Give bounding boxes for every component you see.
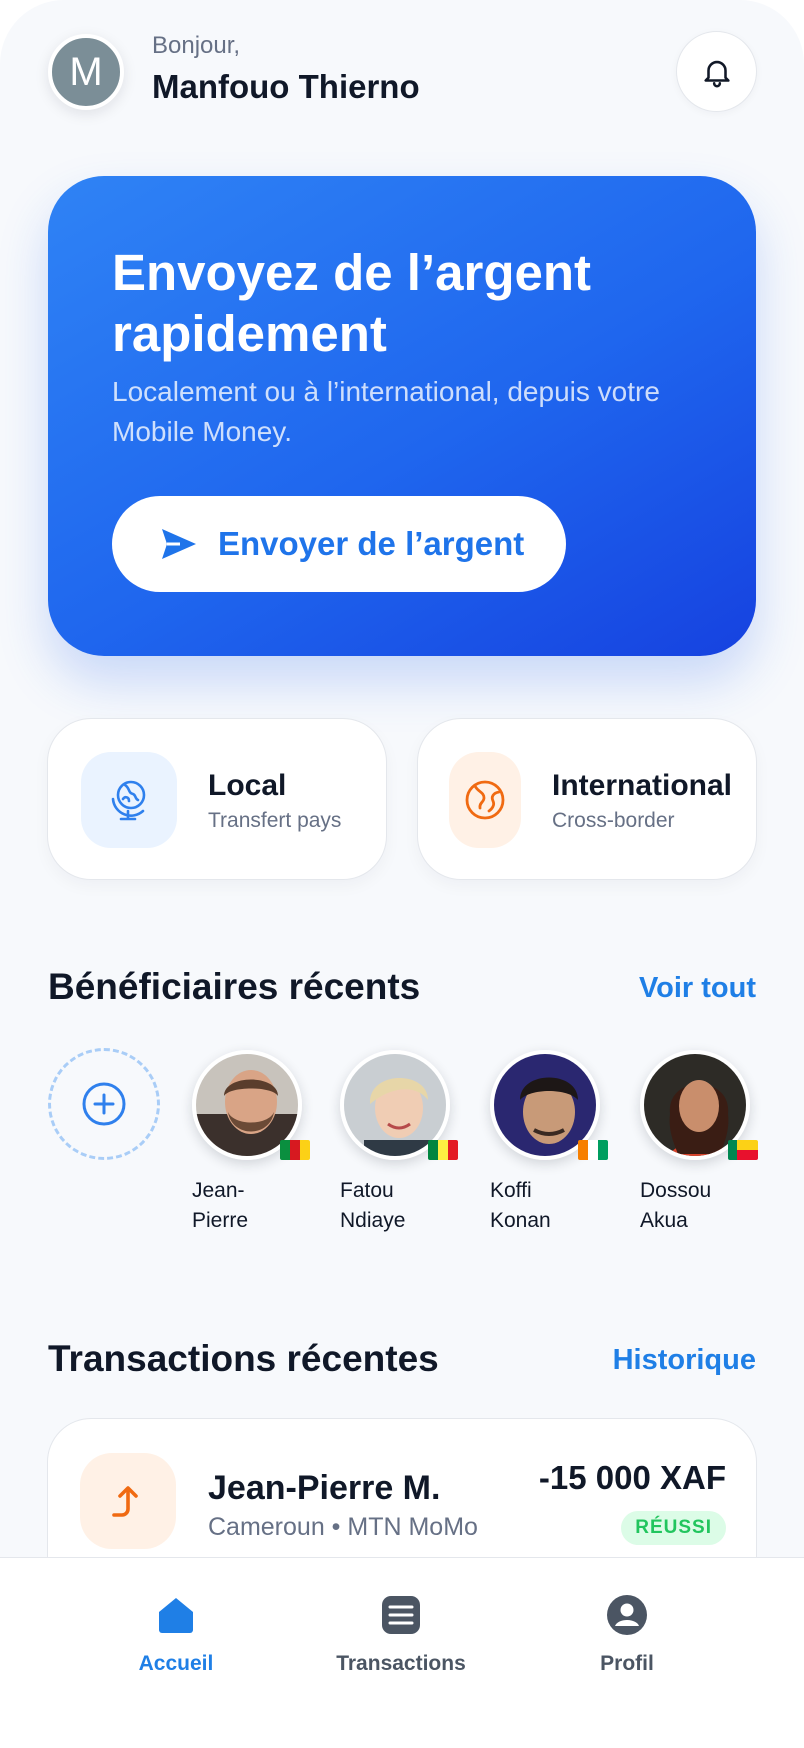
- globe-stand-icon: [111, 780, 146, 821]
- local-title: Local: [208, 769, 287, 802]
- beneficiary-dossou-akua[interactable]: Dossou Akua: [640, 1050, 780, 1250]
- transaction-amount: -15 000 XAF: [538, 1459, 726, 1496]
- hero-title: Envoyez de l’argent rapidement: [112, 244, 591, 362]
- outgoing-arrow-icon: [112, 1486, 138, 1517]
- transactions-title: Transactions récentes: [48, 1338, 439, 1379]
- send-money-hero-card: Envoyez de l’argent rapidement Localemen…: [48, 176, 756, 656]
- list-icon: [380, 1594, 422, 1636]
- nav-label-transactions: Transactions: [336, 1652, 466, 1675]
- home-icon: [155, 1594, 197, 1636]
- send-icon: [162, 529, 196, 559]
- local-subtitle: Transfert pays: [208, 809, 342, 832]
- nav-item-transactions[interactable]: Transactions: [301, 1594, 501, 1676]
- beneficiary-koffi-konan[interactable]: Koffi Konan: [490, 1050, 630, 1250]
- local-icon-box: [81, 752, 177, 848]
- beneficiary-jean-pierre[interactable]: Jean- Pierre: [192, 1050, 332, 1250]
- send-money-button[interactable]: Envoyer de l’argent: [112, 496, 566, 592]
- profile-icon: [606, 1594, 648, 1636]
- transaction-icon-box: [80, 1453, 176, 1549]
- international-subtitle: Cross-border: [552, 809, 675, 832]
- international-title: International: [552, 769, 733, 802]
- globe-icon: [465, 780, 505, 820]
- benin-flag: [728, 1140, 758, 1160]
- senegal-flag: [428, 1140, 458, 1160]
- add-beneficiary-button[interactable]: [48, 1048, 160, 1160]
- nav-item-home[interactable]: Accueil: [76, 1594, 276, 1676]
- history-link[interactable]: Historique: [613, 1344, 756, 1377]
- status-badge: RÉUSSI: [621, 1511, 726, 1545]
- cameroon-flag: [280, 1140, 310, 1160]
- greeting-text: Bonjour,: [152, 32, 241, 59]
- plus-circle-icon: [82, 1082, 126, 1126]
- cote-divoire-flag: [578, 1140, 608, 1160]
- bottom-navigation: Accueil Transactions Profil: [0, 1557, 804, 1748]
- nav-label-home: Accueil: [138, 1652, 214, 1675]
- avatar-initial: M: [69, 49, 103, 94]
- transaction-name: Jean-Pierre M.: [208, 1469, 441, 1507]
- see-all-link[interactable]: Voir tout: [639, 972, 756, 1005]
- beneficiary-name: Dossou Akua: [640, 1179, 712, 1232]
- bell-icon: [703, 60, 730, 87]
- beneficiary-name: Jean- Pierre: [192, 1179, 249, 1232]
- international-transfer-card[interactable]: International Cross-border: [417, 718, 757, 880]
- nav-item-profile[interactable]: Profil: [527, 1594, 727, 1676]
- hero-subtitle: Localement ou à l’international, depuis …: [112, 376, 660, 447]
- beneficiary-name: Koffi Konan: [490, 1179, 551, 1232]
- transaction-detail: Cameroun • MTN MoMo: [208, 1513, 478, 1541]
- send-money-button-label: Envoyer de l’argent: [218, 525, 525, 562]
- beneficiary-name: Fatou Ndiaye: [340, 1179, 406, 1232]
- avatar[interactable]: M: [48, 34, 124, 110]
- beneficiaries-title: Bénéficiaires récents: [48, 966, 421, 1007]
- home-screen: M Bonjour, Manfouo Thierno Envoyez de l’…: [0, 0, 804, 1748]
- local-transfer-card[interactable]: Local Transfert pays: [47, 718, 387, 880]
- notifications-button[interactable]: [676, 31, 757, 112]
- user-name: Manfouo Thierno: [152, 68, 420, 105]
- beneficiary-fatou-ndiaye[interactable]: Fatou Ndiaye: [340, 1050, 480, 1250]
- international-icon-box: [449, 752, 521, 848]
- nav-label-profile: Profil: [600, 1652, 654, 1675]
